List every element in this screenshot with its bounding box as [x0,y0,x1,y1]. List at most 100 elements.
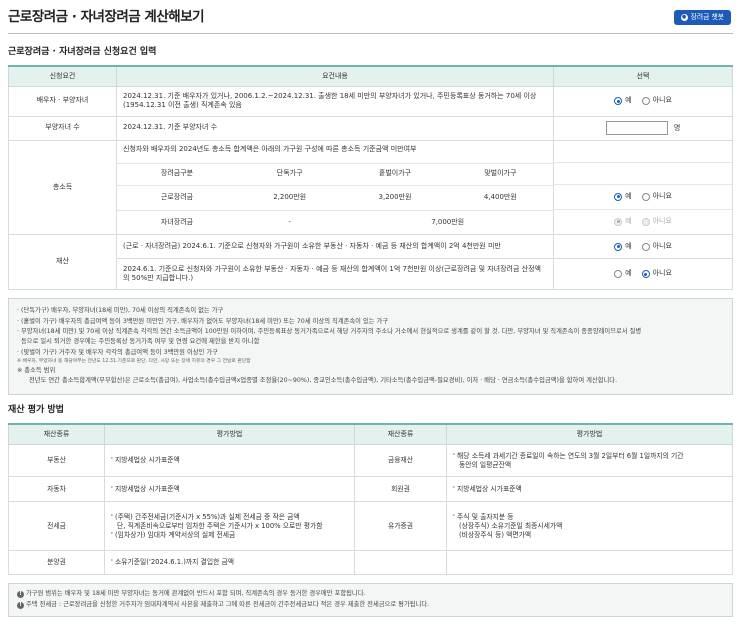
dependents-choice: 명 [553,115,733,141]
radio-circle [614,270,623,279]
property-method: ' 지방세법상 시가표준액 [104,476,355,503]
radio-label: 아니요 [652,217,672,226]
radio-circle [641,217,650,226]
row-label-dependents: 부양자녀 수 [8,115,117,141]
radio-yes[interactable]: 예 [614,242,632,251]
col-header: 신청요건 [8,65,117,87]
chat-icon: ● [680,14,688,21]
dependents-unit: 명 [673,124,681,133]
radio-no-disabled[interactable]: 아니요 [641,217,672,226]
method-line: ' (주택) 간주전세금(기준시가 x 55%)과 실제 전세금 중 작은 금액 [111,512,300,521]
income-threshold-table: 장려금구분 단독가구 홑벌이가구 맞벌이가구 근로장려금 2,200만원 3,2… [117,162,553,235]
property-method: ' 주식 및 출자지분 등 (상장주식) 소유기준일 최종시세가액 (비상장주식… [446,501,733,552]
income-choice: 예 아니요 예 아니요 [553,139,733,236]
method-line: ' 해당 소득세 과세기간 종료일이 속하는 연도의 3월 2일부터 6월 1일… [453,451,684,460]
method-line: ' 소유기준일('2024.6.1.)까지 결입한 금액 [111,558,234,567]
row-label-property: 재산 [8,234,117,291]
row-label-income: 총소득 [8,139,117,236]
col-header: 요건내용 [116,65,554,87]
radio-circle [614,97,623,106]
radio-yes-disabled[interactable]: 예 [614,217,632,226]
footer-line: ! 가구원 범위는 배우자 및 18세 미만 부양자녀는 동거에 관계없이 반드시… [17,589,724,600]
radio-circle [641,270,650,279]
property-method: ' (주택) 간주전세금(기준시가 x 55%)과 실제 전세금 중 작은 금액… [104,501,355,552]
property-type: 자동차 [8,476,105,503]
info-icon: ! [17,591,24,599]
income-content: 신청자와 배우자의 2024년도 총소득 합계액은 아래의 가구원 구성에 따른… [116,139,554,236]
footer-text: 가구원 범위는 배우자 및 18세 미만 부양자녀는 동거에 관계없이 반드시 … [26,590,366,598]
note-line: 등으로 일시 퇴거한 경우에는 주민등록상 동거가족 여부 및 연령 요건에 제… [21,338,260,346]
method-line: 동안의 일평균잔액 [459,460,512,469]
chatbot-button-label: 장려금 챗봇 [690,12,724,21]
income-col-header: 장려금구분 [117,162,237,186]
income-cell: 4,400만원 [447,184,553,211]
income-col-header: 홑벌이가구 [342,162,448,186]
footer-notes: ! 가구원 범위는 배우자 및 18세 미만 부양자녀는 동거에 관계없이 반드시… [8,583,733,617]
radio-label: 예 [625,269,632,278]
radio-no[interactable]: 아니요 [641,96,672,106]
method-line: 단, 직계존비속으로부터 임차한 주택은 기준시가 x 100% 으로만 평가함 [117,521,323,530]
note-income-text: 전년도 연간 총소득합계액(부부합산)은 근로소득(총급여), 사업소득(총수입… [29,377,618,385]
method-line: ' 주식 및 출자지분 등 [453,512,514,521]
radio-label: 아니요 [652,241,672,250]
radio-no[interactable]: 아니요 [641,241,672,251]
property-type: 금융재산 [354,444,447,478]
footer-text: 주택 전세금 : 근로장려금을 신청한 거주자가 임대차계약서 사본을 제출하고… [26,601,430,609]
property-type: 유가증권 [354,501,447,552]
radio-no[interactable]: 아니요 [641,269,672,279]
col-header: 재산종류 [8,423,105,446]
method-line: ' (임차상가) 임대차 계약서상의 실제 전세금 [111,530,236,539]
income-text: 신청자와 배우자의 2024년도 총소득 합계액은 아래의 가구원 구성에 따른… [123,144,417,153]
radio-no[interactable]: 아니요 [641,192,672,201]
dependents-count-input[interactable] [605,121,668,136]
property-type: 회원권 [354,476,447,503]
income-col-header: 단독가구 [237,162,343,186]
income-cell: 근로장려금 [117,184,237,211]
info-icon: ! [17,602,24,610]
property-type: 분양권 [8,550,105,576]
radio-circle [614,217,623,226]
property-evaluation-table: 재산종류 평가방법 재산종류 평가방법 부동산 ' 지방세법상 시가표준액 금융… [8,422,733,576]
row-label-spouse: 배우자 · 부양자녀 [8,85,117,117]
radio-yes[interactable]: 예 [614,192,632,201]
method-line: ' 지방세법상 시가표준액 [111,484,180,493]
property-method: ' 지방세법상 시가표준액 [104,444,355,478]
note-small: ※ 배우자, 부양자녀 등 해당여부는 전년도 12.31.기준으로 판단. 다… [17,359,251,365]
property-method: ' 해당 소득세 과세기간 종료일이 속하는 연도의 3월 2일부터 6월 1일… [446,444,733,478]
footer-line: ! 주택 전세금 : 근로장려금을 신청한 거주자가 임대차계약서 사본을 제출하… [17,600,724,611]
radio-circle [614,242,623,251]
radio-circle [641,97,650,106]
spouse-choice: 예 아니요 [553,85,733,117]
property-choice-1: 예 아니요 [553,234,733,260]
property-method: ' 소유기준일('2024.6.1.)까지 결입한 금액 [104,550,355,576]
radio-yes[interactable]: 예 [614,96,632,106]
note-income-title: ※ 총소득 범위 [17,366,56,374]
radio-label: 아니요 [652,96,672,105]
property-type-empty [354,550,447,576]
property-method: ' 지방세법상 시가표준액 [446,476,733,503]
radio-label: 예 [625,217,632,226]
requirements-table: 신청요건 요건내용 선택 배우자 · 부양자녀 2024.12.31. 기준 배… [8,65,733,291]
property-type: 부동산 [8,444,105,478]
spouse-text: 2024.12.31. 기준 배우자가 있거나, 2006.1.2.~2024.… [116,85,554,117]
radio-circle [614,192,623,201]
property-choice-2: 예 아니요 [553,258,733,291]
radio-circle [641,242,650,251]
method-line: (상장주식) 소유기준일 최종시세가액 [459,521,563,530]
income-cell: 7,000만원 [342,209,553,235]
note-line: · 부양자녀(18세 미만) 및 70세 이상 직계존속 각각의 연간 소득금액… [17,327,642,335]
property-method-empty [446,550,733,576]
radio-yes[interactable]: 예 [614,269,632,279]
section-requirements-title: 근로장려금 · 자녀장려금 신청요건 입력 [8,47,157,57]
header: 근로장려금 · 자녀장려금 계산해보기 ● 장려금 챗봇 [8,0,733,34]
property-text-1: (근로 · 자녀장려금) 2024.6.1. 기준으로 신청자와 가구원이 소유… [116,234,554,260]
eligibility-notes: · (단독가구) 배우자, 부양자녀(18세 미만), 70세 이상의 직계존속… [8,298,733,395]
section-property-title: 재산 평가 방법 [8,404,64,415]
income-cell: 자녀장려금 [117,209,237,235]
chatbot-button[interactable]: ● 장려금 챗봇 [673,10,731,25]
page-title: 근로장려금 · 자녀장려금 계산해보기 [8,9,205,26]
col-header: 평가방법 [104,423,355,446]
col-header: 평가방법 [446,423,733,446]
income-cell: 3,200만원 [342,184,448,211]
radio-label: 예 [625,96,632,105]
